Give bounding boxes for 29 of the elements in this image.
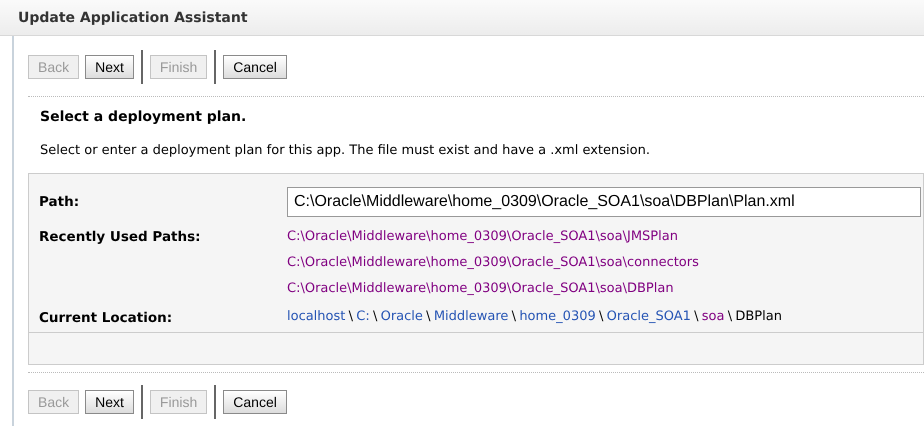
path-separator: \ (372, 308, 378, 326)
path-label: Path: (38, 192, 80, 212)
wizard-button[interactable]: Cancel (223, 55, 287, 79)
recent-path-link[interactable]: C:\Oracle\Middleware\home_0309\Oracle_SOA1\soa\DBPlan (287, 280, 674, 296)
breadcrumb-link[interactable]: soa (702, 306, 724, 326)
recent-paths-label: Recently Used Paths: (38, 228, 202, 247)
breadcrumb-link[interactable]: C: (356, 306, 370, 326)
breadcrumb-link[interactable]: home_0309 (519, 306, 596, 326)
window-title: Update Application Assistant (0, 0, 924, 36)
current-location-label: Current Location: (38, 309, 174, 328)
wizard-button[interactable]: Cancel (223, 390, 287, 414)
current-folder-text: DBPlan (735, 308, 782, 326)
path-field[interactable]: C:\Oracle\Middleware\home_0309\Oracle_SOA1\soa\DBPlan\Plan.xml (287, 187, 921, 217)
path-separator: \ (599, 308, 604, 326)
path-separator: \ (694, 308, 699, 326)
wizard-button[interactable]: Next (85, 55, 134, 79)
breadcrumb-link[interactable]: Middleware (434, 306, 508, 326)
path-separator: \ (426, 308, 431, 326)
path-separator: \ (512, 308, 516, 326)
path-separator: \ (348, 308, 353, 326)
recent-path-link[interactable]: C:\Oracle\Middleware\home_0309\Oracle_SOA1\soa\connectors (287, 254, 699, 270)
instruction-text: Select or enter a deployment plan for this app. The file must exist and have a .xml extension. (39, 142, 651, 160)
recent-path-link[interactable]: C:\Oracle\Middleware\home_0309\Oracle_SOA1\soa\JMSPlan (287, 228, 678, 244)
path-separator: \ (728, 308, 732, 326)
breadcrumb-link[interactable]: Oracle_SOA1 (606, 306, 691, 326)
section-heading: Select a deployment plan. (39, 108, 248, 127)
breadcrumb-link[interactable]: Oracle (380, 306, 423, 326)
breadcrumb-link[interactable]: localhost (287, 306, 346, 326)
wizard-button[interactable]: Next (85, 390, 134, 414)
